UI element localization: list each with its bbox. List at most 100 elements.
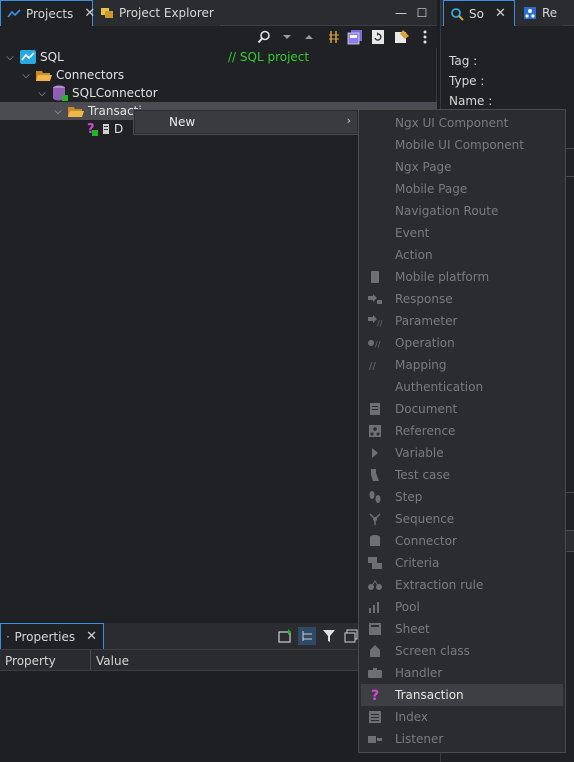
tree-item-sql[interactable]: ⌵ SQL — [4, 48, 64, 66]
filter-button[interactable] — [320, 627, 338, 645]
menu-item-sequence[interactable]: Sequence — [361, 508, 563, 530]
menu-item-mobile-page[interactable]: Mobile Page — [361, 178, 563, 200]
mapping-icon: // — [361, 354, 389, 376]
menu-item-sheet[interactable]: Sheet — [361, 618, 563, 640]
right-tabbar: So ✕ Re — [441, 0, 574, 26]
more-vertical-icon — [423, 30, 427, 44]
menu-item-event[interactable]: Event — [361, 222, 563, 244]
empty-icon-slot — [361, 134, 389, 156]
menu-item-authentication[interactable]: Authentication — [361, 376, 563, 398]
tab-properties-close-icon[interactable]: ✕ — [86, 629, 97, 644]
menu-item-ngx-page[interactable]: Ngx Page — [361, 156, 563, 178]
sequence-icon — [361, 508, 389, 530]
menu-item-mapping[interactable]: // Mapping — [361, 354, 563, 376]
restore-icon — [344, 629, 358, 643]
variable-icon — [361, 442, 389, 464]
listener-icon — [361, 728, 389, 750]
menu-item-screen-class[interactable]: Screen class — [361, 640, 563, 662]
expand-chevron-icon[interactable]: ⌵ — [20, 70, 32, 81]
menu-item-transaction[interactable]: ? Transaction — [361, 684, 563, 706]
document-icon — [361, 398, 389, 420]
menu-item-criteria[interactable]: Criteria — [361, 552, 563, 574]
menu-item-listener[interactable]: Listener — [361, 728, 563, 750]
project-comment: // SQL project — [228, 50, 310, 64]
expand-down-button[interactable] — [278, 28, 296, 46]
minimize-button[interactable]: — — [392, 0, 410, 26]
maximize-icon: ☐ — [416, 6, 428, 20]
menu-item-document[interactable]: Document — [361, 398, 563, 420]
tree-item-default-transaction[interactable]: ? D — [86, 120, 123, 138]
menu-item-label: Mobile platform — [395, 270, 490, 284]
refresh-button[interactable] — [369, 28, 387, 46]
menu-item-extraction-rule[interactable]: Extraction rule — [361, 574, 563, 596]
more-options-button[interactable] — [416, 28, 434, 46]
columns-button[interactable] — [325, 28, 343, 46]
menu-item-variable[interactable]: Variable — [361, 442, 563, 464]
tab-source-close-icon[interactable]: ✕ — [495, 6, 506, 21]
menu-item-action[interactable]: Action — [361, 244, 563, 266]
filter-icon — [323, 630, 335, 642]
menu-item-label: Connector — [395, 534, 457, 548]
menu-item-reference[interactable]: Reference — [361, 420, 563, 442]
tab-references[interactable]: Re — [517, 0, 564, 26]
default-marker-icon — [103, 124, 109, 134]
column-header-property[interactable]: Property — [5, 654, 56, 668]
expand-chevron-icon[interactable]: ⌵ — [52, 106, 64, 117]
menu-item-connector[interactable]: Connector — [361, 530, 563, 552]
tab-project-explorer-label: Project Explorer — [119, 6, 214, 20]
menu-item-mobile-platform[interactable]: Mobile platform — [361, 266, 563, 288]
tab-properties[interactable]: Properties ✕ — [0, 623, 104, 649]
menu-item-label: Test case — [395, 468, 451, 482]
tree-view-button[interactable] — [298, 627, 316, 645]
menu-item-step[interactable]: Step — [361, 486, 563, 508]
menu-item-label: Ngx UI Component — [395, 116, 509, 130]
tab-source[interactable]: So ✕ — [443, 0, 515, 26]
reference-icon — [361, 420, 389, 442]
menu-item-new[interactable]: New › — [135, 111, 357, 133]
empty-icon-slot — [361, 112, 389, 134]
menu-item-mobile-ui-component[interactable]: Mobile UI Component — [361, 134, 563, 156]
step-icon — [361, 486, 389, 508]
menu-item-label: Listener — [395, 732, 444, 746]
refresh-icon — [372, 30, 384, 44]
tree-item-connectors[interactable]: ⌵ Connectors — [20, 66, 124, 84]
menu-item-new-label: New — [169, 115, 196, 129]
menu-item-ngx-ui-component[interactable]: Ngx UI Component — [361, 112, 563, 134]
menu-item-response[interactable]: Response — [361, 288, 563, 310]
search-button[interactable] — [255, 28, 273, 46]
tree-item-label: D — [114, 122, 124, 136]
menu-item-label: Mobile Page — [395, 182, 468, 196]
tab-project-explorer[interactable]: Project Explorer — [94, 0, 220, 26]
menu-item-test-case[interactable]: Test case — [361, 464, 563, 486]
tools-icon — [395, 30, 409, 43]
menu-item-label: Ngx Page — [395, 160, 452, 174]
save-all-button[interactable] — [346, 28, 364, 46]
menu-item-parameter[interactable]: // Parameter — [361, 310, 563, 332]
maximize-button[interactable]: ☐ — [413, 0, 431, 26]
menu-item-index[interactable]: Index — [361, 706, 563, 728]
tab-projects[interactable]: Projects ✕ — [0, 0, 95, 26]
menu-item-navigation-route[interactable]: Navigation Route — [361, 200, 563, 222]
properties-tab-icon — [7, 635, 10, 638]
menu-item-label: Index — [395, 710, 429, 724]
collapse-up-button[interactable] — [300, 28, 318, 46]
column-divider[interactable] — [90, 650, 91, 670]
tab-projects-label: Projects — [26, 6, 74, 21]
tree-item-transactions[interactable]: ⌵ Transacti — [52, 102, 142, 120]
menu-item-handler[interactable]: Handler — [361, 662, 563, 684]
expand-chevron-icon[interactable]: ⌵ — [4, 52, 16, 63]
connector-icon — [361, 530, 389, 552]
tools-button[interactable] — [393, 28, 411, 46]
new-property-button[interactable] — [276, 627, 294, 645]
expand-chevron-icon[interactable]: ⌵ — [36, 88, 48, 99]
svg-text://: // — [377, 319, 383, 327]
tree-item-sqlconnector[interactable]: ⌵ SQLConnector — [36, 84, 158, 102]
tab-properties-label: Properties — [14, 629, 76, 644]
save-all-icon — [347, 30, 362, 45]
column-header-value[interactable]: Value — [96, 654, 129, 668]
menu-item-operation[interactable]: // Operation — [361, 332, 563, 354]
menu-item-label: Event — [395, 226, 430, 240]
menu-item-label: Parameter — [395, 314, 458, 328]
menu-item-label: Document — [395, 402, 458, 416]
menu-item-pool[interactable]: Pool — [361, 596, 563, 618]
